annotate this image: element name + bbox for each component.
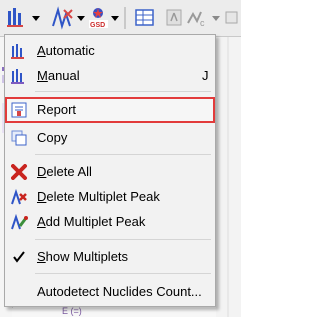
menu-item-delete-all[interactable]: Delete All xyxy=(7,161,213,183)
delete-x-icon xyxy=(11,164,27,180)
menu-item-delete-multiplet-peak[interactable]: Delete Multiplet Peak xyxy=(7,186,213,208)
spectrum-bottom-strip: E (=) xyxy=(12,306,216,317)
menu-item-label: elete All xyxy=(46,164,92,179)
toolbar: GSD c xyxy=(0,0,241,37)
chevron-down-icon xyxy=(212,16,220,21)
menu-item-add-multiplet-peak[interactable]: Add Multiplet Peak xyxy=(7,211,213,233)
menu-item-autodetect-nuclides-count[interactable]: Autodetect Nuclides Count... xyxy=(7,281,213,303)
integral-icon xyxy=(166,9,182,26)
baseline-dropdown-arrow[interactable] xyxy=(211,4,221,32)
peak-pick-toolbar-button[interactable] xyxy=(50,4,76,32)
chevron-down-icon xyxy=(77,16,85,21)
gsd-icon: GSD xyxy=(89,8,108,29)
menu-item-mnemonic: M xyxy=(37,68,48,83)
menu-item-shortcut: J xyxy=(202,68,209,83)
gsd-dropdown-arrow[interactable] xyxy=(110,4,120,32)
baseline-icon: c xyxy=(187,11,205,28)
more-icon xyxy=(225,11,238,24)
automatic-multiplet-icon xyxy=(11,44,24,59)
menu-item-automatic[interactable]: Automatic xyxy=(7,40,213,62)
bottom-fragment-text: E (=) xyxy=(62,306,82,316)
menu-item-mnemonic: D xyxy=(37,164,47,179)
baseline-toolbar-button[interactable]: c xyxy=(186,4,210,32)
menu-item-label: Copy xyxy=(37,130,68,145)
chevron-down-icon xyxy=(32,16,40,21)
menu-item-mnemonic: S xyxy=(37,249,46,264)
multiplet-toolbar-button[interactable] xyxy=(6,4,30,32)
menu-item-show-multiplets[interactable]: Show Multiplets xyxy=(7,246,213,268)
toolbar-separator xyxy=(124,7,126,29)
svg-text:c: c xyxy=(200,18,205,28)
scrollbar-fragment-icon xyxy=(227,37,229,317)
menu-item-label: how Multiplets xyxy=(45,249,129,264)
menu-separator xyxy=(35,91,211,92)
menu-item-report[interactable]: Report xyxy=(5,97,215,123)
manual-multiplet-icon xyxy=(11,69,24,84)
menu-separator xyxy=(35,239,211,240)
menu-item-copy[interactable]: Copy xyxy=(7,127,213,149)
report-icon xyxy=(11,102,27,118)
menu-item-label: elete Multiplet Peak xyxy=(46,189,160,204)
gsd-toolbar-button[interactable]: GSD xyxy=(88,4,110,32)
menu-item-mnemonic: A xyxy=(37,214,46,229)
menu-item-label: anual xyxy=(47,68,80,83)
multiplet-menu: Automatic Manual J Report Copy Delete Al… xyxy=(4,34,216,307)
peak-pick-icon xyxy=(52,6,73,30)
delete-peak-icon xyxy=(11,189,27,205)
spectrum-right-area xyxy=(216,37,241,317)
menu-item-label: Autodetect Nuclides Count... xyxy=(37,284,202,299)
menu-item-mnemonic: D xyxy=(37,189,47,204)
menu-separator xyxy=(35,154,211,155)
integral-toolbar-button[interactable] xyxy=(164,4,186,32)
menu-item-label: dd Multiplet Peak xyxy=(45,214,146,229)
checkmark-icon xyxy=(13,251,25,263)
add-peak-icon xyxy=(11,214,28,230)
chevron-down-icon xyxy=(111,16,119,21)
menu-item-manual[interactable]: Manual J xyxy=(7,65,213,87)
table-icon xyxy=(135,9,154,26)
menu-item-mnemonic: A xyxy=(37,43,46,58)
more-toolbar-button[interactable] xyxy=(224,4,240,32)
peak-pick-dropdown-arrow[interactable] xyxy=(76,4,86,32)
copy-icon xyxy=(11,130,27,146)
menu-separator xyxy=(35,273,211,274)
menu-item-label: utomatic xyxy=(45,43,95,58)
multiplet-dropdown-arrow[interactable] xyxy=(31,4,41,32)
multiplet-icon xyxy=(7,8,23,27)
menu-item-label: Report xyxy=(37,102,77,117)
table-toolbar-button[interactable] xyxy=(134,4,156,32)
svg-text:GSD: GSD xyxy=(90,22,105,29)
